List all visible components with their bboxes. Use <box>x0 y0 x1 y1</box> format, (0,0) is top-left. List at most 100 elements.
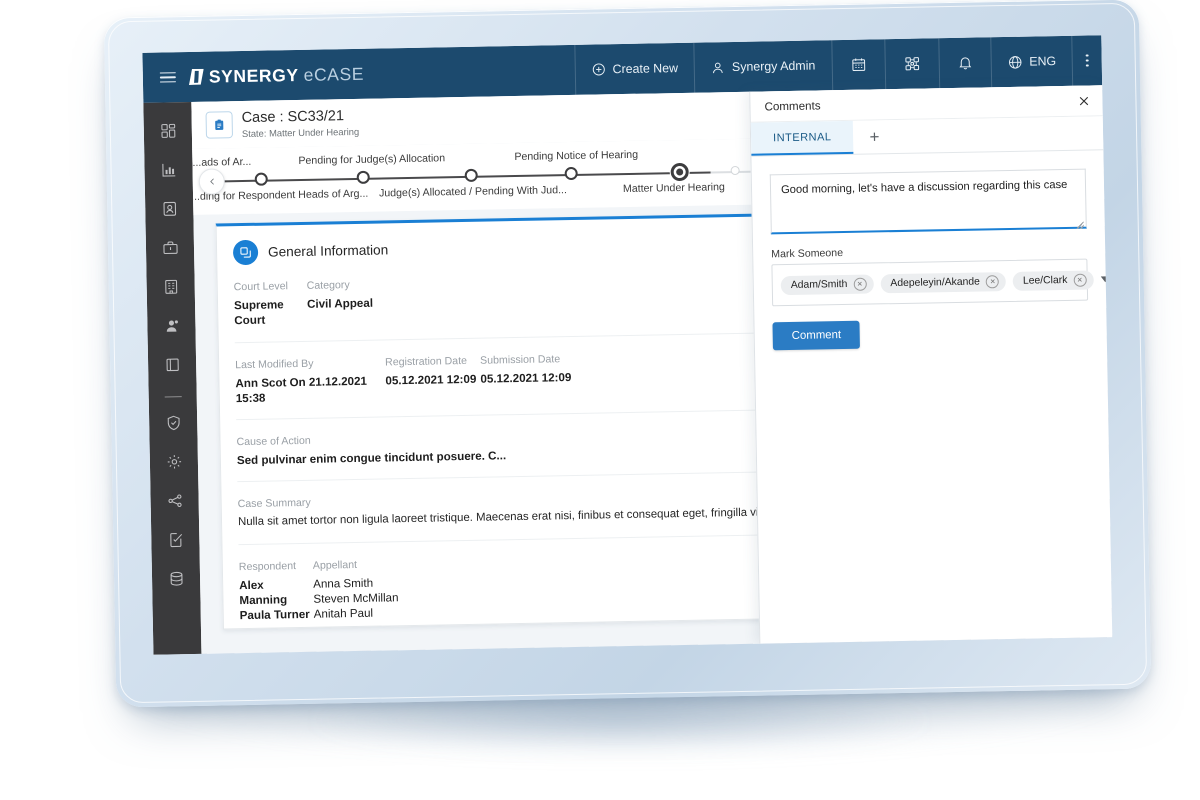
screenshot-stage: SYNERGYeCASE Create New <box>0 0 1200 800</box>
stepper-node-2[interactable] <box>465 169 478 182</box>
sidebar-item-security[interactable] <box>151 406 196 444</box>
field-last-modified-by: Last Modified By Ann Scot On 21.12.2021 … <box>235 356 386 406</box>
chip-lee-clark: Lee/Clark <box>1013 270 1094 290</box>
stepper-node-future[interactable] <box>731 166 740 175</box>
building-icon <box>162 278 179 300</box>
user-name-label: Synergy Admin <box>732 59 816 75</box>
create-new-label: Create New <box>612 61 678 76</box>
sidebar-divider <box>164 396 181 398</box>
stepper-node-1[interactable] <box>357 171 370 184</box>
sidebar-item-users[interactable] <box>149 309 194 347</box>
remove-x-icon[interactable] <box>853 277 866 290</box>
comments-panel: Comments INTERNAL + <box>749 85 1112 643</box>
language-label: ENG <box>1029 54 1056 68</box>
field-value: 05.12.2021 12:09 <box>480 368 640 386</box>
section-title: General Information <box>268 242 388 259</box>
case-state-label: State: Matter Under Hearing <box>242 126 359 139</box>
party-name: Alex Manning <box>239 578 287 607</box>
brand-logo[interactable]: SYNERGYeCASE <box>189 63 365 87</box>
party-name: Steven McMillan <box>313 591 398 606</box>
calendar-button[interactable] <box>831 39 885 90</box>
field-value: 05.12.2021 12:09 <box>385 371 480 388</box>
comment-textarea[interactable] <box>770 169 1087 235</box>
sidebar-item-library[interactable] <box>150 348 195 386</box>
app-bar-left: SYNERGYeCASE <box>142 45 575 103</box>
user-menu-button[interactable]: Synergy Admin <box>694 40 832 93</box>
sidebar-item-settings[interactable] <box>152 445 197 483</box>
field-label: Cause of Action <box>236 431 505 448</box>
create-new-button[interactable]: Create New <box>574 43 694 95</box>
mark-someone-select[interactable]: Adam/Smith Adepeleyin/Akande <box>771 259 1088 307</box>
brand-name-secondary: eCASE <box>303 63 364 85</box>
sidebar-item-tasks[interactable] <box>153 523 198 561</box>
tablet-screen: SYNERGYeCASE Create New <box>142 35 1112 654</box>
user-icon <box>711 60 725 75</box>
remove-x-icon[interactable] <box>986 275 999 288</box>
dashboard-grid-icon <box>159 122 176 144</box>
sidebar-item-database[interactable] <box>154 562 199 600</box>
tab-internal[interactable]: INTERNAL <box>751 121 854 156</box>
checklist-icon <box>167 531 184 553</box>
stepper-node-0[interactable] <box>255 173 268 186</box>
globe-icon <box>1007 54 1022 69</box>
comments-panel-title: Comments <box>764 99 820 113</box>
field-court-level: Court Level Supreme Court <box>234 280 308 329</box>
submit-comment-button[interactable]: Comment <box>772 321 860 351</box>
field-case-summary: Case Summary Nulla sit amet tortor non l… <box>238 488 793 530</box>
sidebar-item-workflow[interactable] <box>152 484 197 522</box>
field-submission-date: Submission Date 05.12.2021 12:09 <box>480 351 641 402</box>
field-label: Registration Date <box>385 354 480 368</box>
field-value: Sed pulvinar enim congue tincidunt posue… <box>237 448 507 468</box>
stepper-label-4: Pending Notice of Hearing <box>514 149 638 163</box>
sidebar-item-registry[interactable] <box>148 270 193 308</box>
comment-input-wrapper <box>770 169 1087 240</box>
stepper-label-2: Pending for Judge(s) Allocation <box>298 152 445 167</box>
close-icon[interactable] <box>1077 94 1090 107</box>
field-label: Court Level <box>234 280 307 293</box>
stepper-track-done <box>211 171 711 182</box>
language-button[interactable]: ENG <box>990 36 1073 87</box>
sidebar-item-cases[interactable] <box>148 231 193 269</box>
chip-label: Lee/Clark <box>1023 274 1068 286</box>
comments-form: Mark Someone Adam/Smith Adepeleyin/Akand… <box>751 150 1106 350</box>
database-icon <box>167 570 184 592</box>
apps-grid-button[interactable] <box>884 38 939 89</box>
user-profile-icon <box>163 317 180 339</box>
field-appellant: Appellant Anna Smith Steven McMillan Ani… <box>313 556 514 623</box>
tablet-device: SYNERGYeCASE Create New <box>104 0 1151 707</box>
stepper-node-3[interactable] <box>565 167 578 180</box>
party-name: Anitah Paul <box>314 607 374 621</box>
stepper-node-current[interactable] <box>671 162 689 180</box>
brand-mark-icon <box>189 69 204 85</box>
chip-adam-smith: Adam/Smith <box>781 274 874 295</box>
notifications-button[interactable] <box>938 37 991 88</box>
gear-icon <box>165 453 182 475</box>
hamburger-icon[interactable] <box>160 72 176 83</box>
sidebar-item-reports[interactable] <box>146 153 191 191</box>
sidebar-item-dashboard[interactable] <box>146 114 191 152</box>
plus-circle-icon <box>591 62 605 76</box>
field-label: Category <box>307 277 467 292</box>
bar-chart-icon <box>160 161 177 183</box>
calendar-icon <box>850 57 866 73</box>
kebab-menu-icon <box>1086 54 1089 67</box>
sidebar-item-contacts[interactable] <box>147 192 192 230</box>
case-file-icon <box>206 111 233 138</box>
field-category: Category Civil Appeal <box>307 277 468 328</box>
field-value: Alex Manning Paula Turner <box>239 576 314 623</box>
bell-icon <box>957 55 972 71</box>
field-value: Ann Scot On 21.12.2021 15:38 <box>235 373 386 406</box>
field-value: Nulla sit amet tortor non ligula laoreet… <box>238 505 793 530</box>
field-label: Last Modified By <box>235 356 385 371</box>
remove-x-icon[interactable] <box>1073 273 1086 286</box>
field-registration-date: Registration Date 05.12.2021 12:09 <box>385 354 481 403</box>
app-bar-more-button[interactable] <box>1072 35 1103 86</box>
shield-check-icon <box>165 414 182 436</box>
case-header-text: Case : SC33/21 State: Matter Under Heari… <box>241 108 359 140</box>
field-value: Civil Appeal <box>307 294 467 312</box>
field-label: Submission Date <box>480 351 640 366</box>
field-value: Anna Smith Steven McMillan Anitah Paul <box>313 573 514 623</box>
book-icon <box>163 356 180 378</box>
layers-copy-icon <box>233 240 258 265</box>
add-tab-button[interactable]: + <box>853 120 896 154</box>
